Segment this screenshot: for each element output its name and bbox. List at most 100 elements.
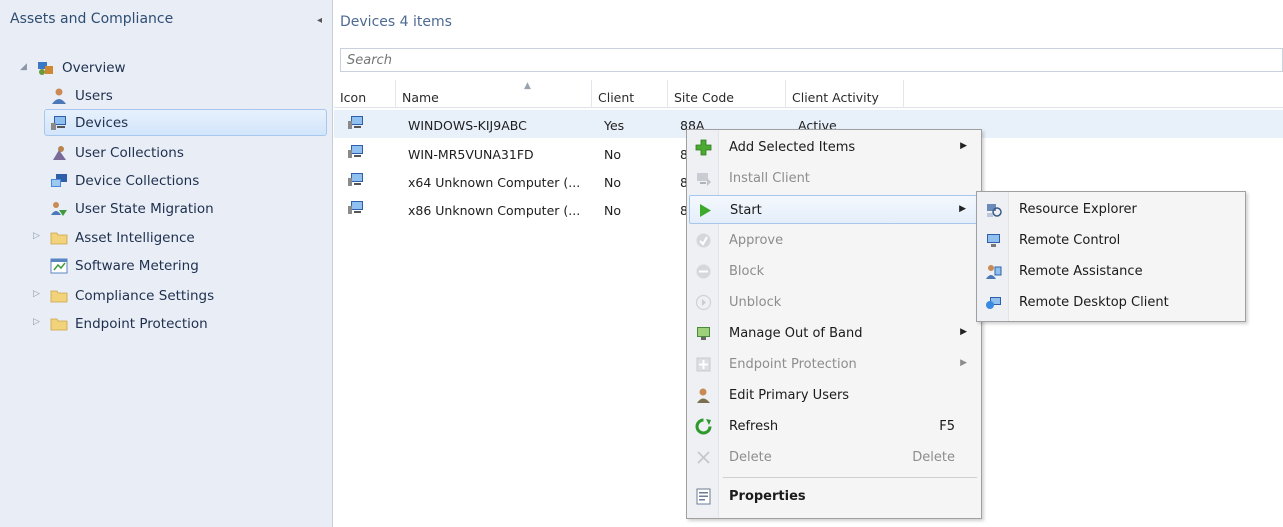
computer-icon [347,115,364,130]
column-header-icon[interactable]: Icon [334,80,396,108]
approve-icon [695,232,712,249]
column-header-client-activity[interactable]: Client Activity [786,80,904,108]
tree-item-label: User State Migration [75,200,214,217]
refresh-icon [695,418,712,435]
tree-item-users[interactable]: Users [50,82,113,109]
menu-item-refresh[interactable]: Refresh F5 [689,412,979,441]
expand-arrow-icon[interactable]: ◢ [20,62,27,72]
cell-client: No [604,175,621,190]
tree-item-label: Compliance Settings [75,287,215,304]
devices-icon [50,114,68,132]
collapse-pane-icon[interactable]: ◂ [317,15,322,46]
tree-item-overview[interactable]: Overview [37,54,126,81]
delete-icon [695,449,712,466]
tree-item-asset-intelligence[interactable]: Asset Intelligence [50,224,195,251]
menu-item-label: Resource Explorer [1019,202,1137,217]
menu-item-label: Manage Out of Band [729,326,863,341]
tree-item-endpoint-protection[interactable]: Endpoint Protection [50,310,208,337]
menu-item-resource-explorer[interactable]: Resource Explorer [979,195,1243,224]
out-of-band-icon [695,325,712,342]
computer-icon [347,144,364,159]
tree-item-label: Overview [62,59,126,76]
tree-item-user-collections[interactable]: User Collections [50,139,184,166]
tree-item-user-state-migration[interactable]: User State Migration [50,195,214,222]
folder-icon [50,229,68,247]
expand-arrow-icon[interactable]: ▷ [33,317,40,327]
context-menu: Add Selected Items ▶ Install Client Star… [686,129,982,519]
menu-item-unblock[interactable]: Unblock [689,288,979,317]
resource-explorer-icon [985,201,1002,218]
unblock-icon [695,294,712,311]
tree-item-label: Users [75,87,113,104]
remote-control-icon [985,232,1002,249]
column-header-site-code[interactable]: Site Code [668,80,786,108]
software-metering-icon [50,257,68,275]
submenu-arrow-icon: ▶ [960,141,967,151]
tree-item-label: Devices [75,114,129,131]
menu-item-label: Block [729,264,765,279]
menu-item-label: Remote Assistance [1019,264,1143,279]
menu-item-properties[interactable]: Properties [689,482,979,511]
menu-item-label: Remote Control [1019,233,1121,248]
tree-item-label: Software Metering [75,257,199,274]
play-icon [696,202,713,219]
menu-item-label: Endpoint Protection [729,357,857,372]
page-title: Devices 4 items [340,14,452,30]
device-collections-icon [50,172,68,190]
folder-icon [50,287,68,305]
cell-name: WIN-MR5VUNA31FD [408,147,534,162]
menu-item-endpoint-protection[interactable]: Endpoint Protection ▶ [689,350,979,379]
menu-item-remote-assistance[interactable]: Remote Assistance [979,257,1243,286]
menu-item-start[interactable]: Start ▶ [689,195,979,224]
menu-item-remote-control[interactable]: Remote Control [979,226,1243,255]
menu-item-label: Install Client [729,171,810,186]
grid-header: Icon Name ▲ Client Site Code Client Acti… [334,80,1283,108]
submenu-arrow-icon: ▶ [960,358,967,368]
cell-client: No [604,147,621,162]
column-header-name[interactable]: Name ▲ [396,80,592,108]
user-state-migration-icon [50,200,68,218]
computer-icon [347,172,364,187]
submenu-arrow-icon: ▶ [959,204,966,214]
primary-users-icon [695,387,712,404]
overview-icon [37,59,55,77]
endpoint-protection-icon [695,356,712,373]
start-submenu: Resource Explorer Remote Control Remote … [976,191,1246,322]
column-header-client[interactable]: Client [592,80,668,108]
menu-item-shortcut: F5 [939,419,955,434]
sort-ascending-icon: ▲ [524,81,531,91]
expand-arrow-icon[interactable]: ▷ [33,289,40,299]
users-icon [50,87,68,105]
navigation-pane: Assets and Compliance ◂ ◢ Overview Users… [0,0,333,527]
computer-icon [347,200,364,215]
tree-item-device-collections[interactable]: Device Collections [50,167,199,194]
tree-item-label: Asset Intelligence [75,229,195,246]
folder-icon [50,315,68,333]
tree-item-devices[interactable]: Devices [44,109,327,136]
block-icon [695,263,712,280]
install-client-icon [695,170,712,187]
menu-item-block[interactable]: Block [689,257,979,286]
menu-item-delete[interactable]: Delete Delete [689,443,979,472]
submenu-arrow-icon: ▶ [960,327,967,337]
menu-item-remote-desktop-client[interactable]: Remote Desktop Client [979,288,1243,317]
tree-item-compliance-settings[interactable]: Compliance Settings [50,282,214,309]
search-input[interactable] [340,48,1283,72]
tree-item-label: Device Collections [75,172,200,189]
menu-item-manage-out-of-band[interactable]: Manage Out of Band ▶ [689,319,979,348]
menu-item-label: Refresh [729,419,779,434]
menu-item-add-selected-items[interactable]: Add Selected Items ▶ [689,133,979,162]
nav-header: Assets and Compliance ◂ [0,0,332,46]
menu-item-approve[interactable]: Approve [689,226,979,255]
menu-item-edit-primary-users[interactable]: Edit Primary Users [689,381,979,410]
user-collections-icon [50,144,68,162]
cell-name: x86 Unknown Computer (... [408,203,581,218]
expand-arrow-icon[interactable]: ▷ [33,231,40,241]
tree-item-label: User Collections [75,144,184,161]
menu-separator [723,477,977,478]
tree-item-software-metering[interactable]: Software Metering [50,252,199,279]
tree-item-label: Endpoint Protection [75,315,208,332]
menu-item-label: Delete [729,450,772,465]
menu-item-install-client[interactable]: Install Client [689,164,979,193]
menu-item-shortcut: Delete [912,450,955,465]
